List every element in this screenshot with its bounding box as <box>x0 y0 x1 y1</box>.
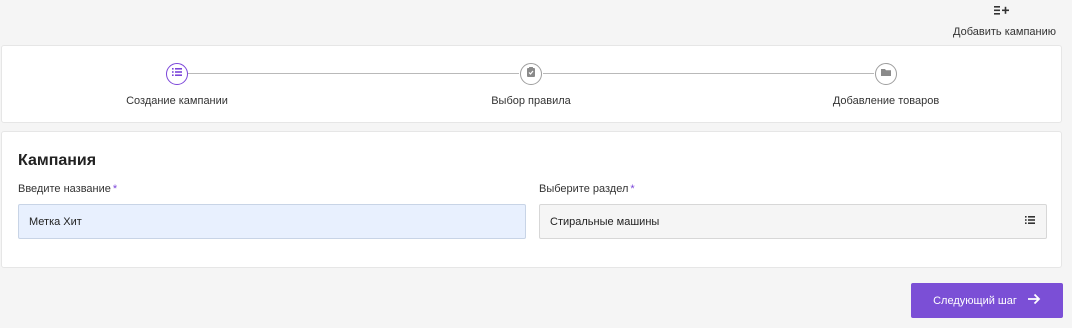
stepper-line-1 <box>188 73 519 74</box>
stepper: Создание кампании Выбор правила Добавлен… <box>1 45 1062 123</box>
clipboard-icon <box>525 65 537 83</box>
step-3-indicator[interactable] <box>875 63 897 85</box>
step-2-label: Выбор правила <box>491 95 571 107</box>
form-title: Кампания <box>18 152 97 169</box>
section-value: Стиральные машины <box>550 215 660 228</box>
step-2-indicator[interactable] <box>520 63 542 85</box>
next-step-label: Следующий шаг <box>933 294 1017 307</box>
name-field-label: Введите название * <box>18 183 117 195</box>
required-mark: * <box>112 183 118 195</box>
name-label-text: Введите название <box>18 183 111 195</box>
campaign-name-input[interactable]: Метка Хит <box>18 204 526 239</box>
required-mark: * <box>630 183 635 195</box>
campaign-name-value: Метка Хит <box>29 215 82 228</box>
add-campaign-button[interactable]: Добавить кампанию <box>944 0 1056 42</box>
add-campaign-label: Добавить кампанию <box>953 26 1056 38</box>
section-field-label: Выберите раздел * <box>539 183 635 195</box>
step-1-label: Создание кампании <box>126 95 228 107</box>
stepper-line-2 <box>543 73 874 74</box>
section-select[interactable]: Стиральные машины <box>539 204 1047 239</box>
next-step-button[interactable]: Следующий шаг <box>911 283 1063 318</box>
folder-icon <box>880 65 892 83</box>
step-3-label: Добавление товаров <box>832 95 940 107</box>
step-1-indicator[interactable] <box>166 63 188 85</box>
section-label-text: Выберите раздел <box>539 183 629 195</box>
list-add-icon <box>992 2 1012 22</box>
campaign-form: Кампания Введите название * Метка Хит Выб… <box>1 131 1062 268</box>
list-icon[interactable] <box>1024 214 1036 229</box>
arrow-right-icon <box>1027 293 1041 308</box>
list-icon <box>171 65 183 83</box>
